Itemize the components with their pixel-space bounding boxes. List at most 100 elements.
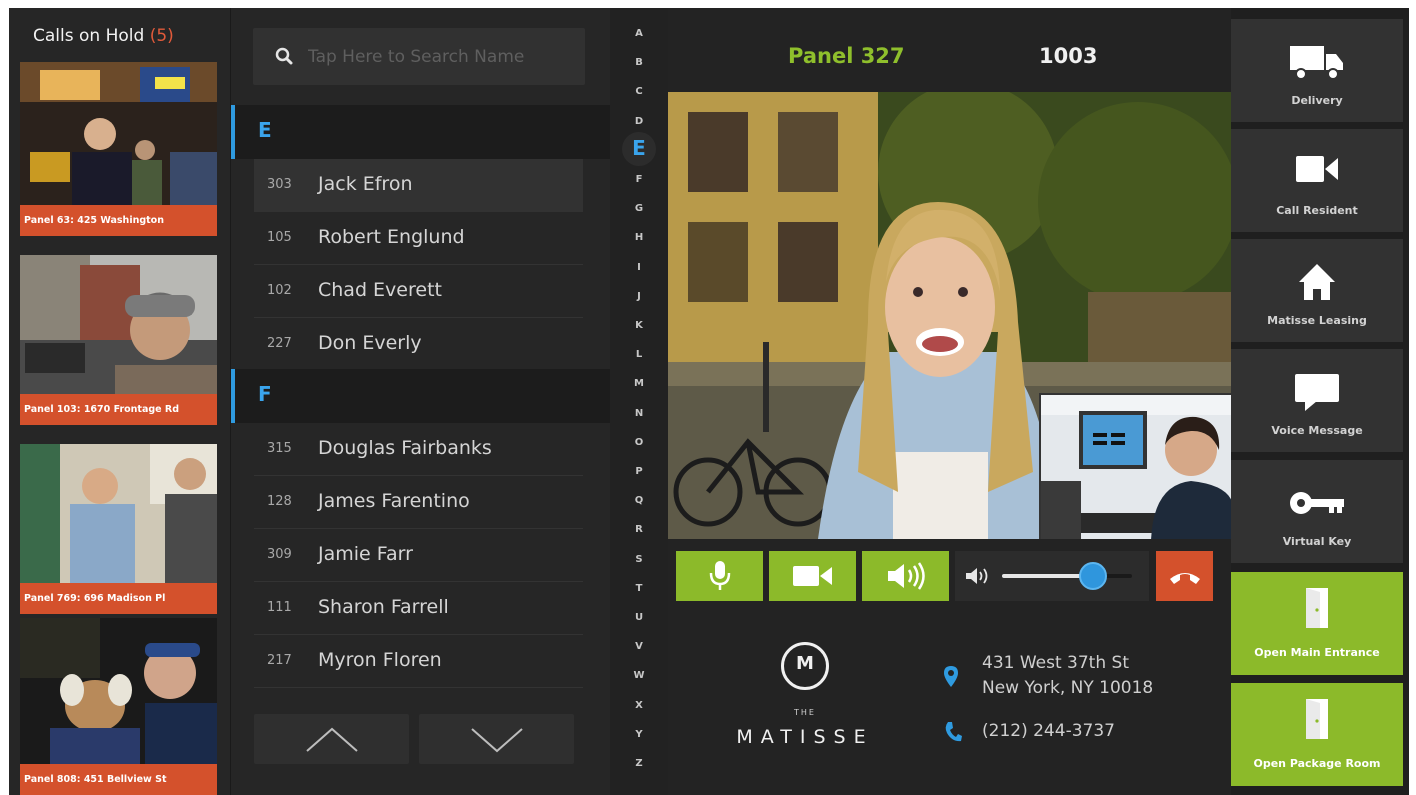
toggle-video-button[interactable] bbox=[769, 551, 856, 601]
alphabet-letter-c[interactable]: C bbox=[610, 86, 668, 97]
contact-row[interactable]: 128 James Farentino bbox=[254, 476, 583, 529]
logo-the: THE bbox=[794, 708, 816, 717]
search-box[interactable] bbox=[253, 28, 585, 85]
letter-header-marker bbox=[231, 369, 235, 423]
contact-row[interactable]: 315 Douglas Fairbanks bbox=[254, 423, 583, 476]
letter-header-f: F bbox=[231, 369, 610, 423]
letter-header-label: E bbox=[258, 118, 272, 142]
contact-unit: 105 bbox=[267, 230, 292, 245]
contact-unit: 217 bbox=[267, 653, 292, 668]
contact-row[interactable]: 105 Robert Englund bbox=[254, 212, 583, 265]
open-package-room-button[interactable]: Open Package Room bbox=[1231, 683, 1403, 786]
alphabet-letter-a[interactable]: A bbox=[610, 28, 668, 39]
volume-slider-track[interactable] bbox=[1002, 562, 1132, 590]
contact-name: James Farentino bbox=[318, 490, 470, 512]
call-resident-button[interactable]: Call Resident bbox=[1231, 129, 1403, 232]
search-input[interactable] bbox=[308, 28, 578, 85]
search-icon bbox=[275, 47, 293, 65]
alphabet-letter-m[interactable]: M bbox=[610, 378, 668, 389]
alphabet-letter-z[interactable]: Z bbox=[610, 758, 668, 769]
alphabet-letter-b[interactable]: B bbox=[610, 57, 668, 68]
open-main-entrance-button[interactable]: Open Main Entrance bbox=[1231, 572, 1403, 675]
active-panel-number: 1003 bbox=[1039, 44, 1098, 68]
alphabet-letter-o[interactable]: O bbox=[610, 437, 668, 448]
alphabet-letter-t[interactable]: T bbox=[610, 583, 668, 594]
contact-row[interactable]: 102 Chad Everett bbox=[254, 265, 583, 318]
alphabet-letter-k[interactable]: K bbox=[610, 320, 668, 331]
contact-name: Jamie Farr bbox=[318, 543, 413, 565]
hang-up-button[interactable] bbox=[1156, 551, 1213, 601]
alphabet-letter-q[interactable]: Q bbox=[610, 495, 668, 506]
matisse-leasing-button[interactable]: Matisse Leasing bbox=[1231, 239, 1403, 342]
alphabet-letter-f[interactable]: F bbox=[610, 174, 668, 185]
call-resident-label: Call Resident bbox=[1276, 204, 1358, 217]
contact-row[interactable]: 111 Sharon Farrell bbox=[254, 582, 583, 635]
key-icon bbox=[1290, 492, 1344, 514]
scroll-down-button[interactable] bbox=[419, 714, 574, 764]
held-call-card[interactable]: Panel 769: 696 Madison Pl bbox=[20, 444, 217, 614]
building-phone: (212) 244-3737 bbox=[982, 721, 1115, 741]
contact-unit: 128 bbox=[267, 494, 292, 509]
letter-header-e: E bbox=[231, 105, 610, 159]
voice-message-button[interactable]: Voice Message bbox=[1231, 349, 1403, 452]
calls-on-hold-count: (5) bbox=[149, 26, 174, 46]
microphone-icon bbox=[709, 561, 730, 590]
action-panel: Delivery Call Resident Matisse Leasing V… bbox=[1231, 8, 1409, 795]
volume-control bbox=[955, 551, 1149, 601]
contact-row[interactable]: 227 Don Everly bbox=[254, 318, 583, 371]
delivery-button[interactable]: Delivery bbox=[1231, 19, 1403, 122]
held-call-video bbox=[20, 444, 217, 583]
delivery-label: Delivery bbox=[1291, 94, 1343, 107]
contact-name: Sharon Farrell bbox=[318, 596, 449, 618]
contact-name: Myron Floren bbox=[318, 649, 442, 671]
alphabet-letter-s[interactable]: S bbox=[610, 554, 668, 565]
contact-name: Robert Englund bbox=[318, 226, 465, 248]
building-name: MATISSE bbox=[736, 726, 874, 748]
contact-row[interactable]: 303 Jack Efron bbox=[254, 159, 583, 212]
contact-row[interactable]: 217 Myron Floren bbox=[254, 635, 583, 688]
held-call-video bbox=[20, 255, 217, 394]
alphabet-letter-g[interactable]: G bbox=[610, 203, 668, 214]
intercom-app: Calls on Hold (5) Panel 63: 425 Washingt… bbox=[9, 8, 1409, 795]
alphabet-letter-y[interactable]: Y bbox=[610, 729, 668, 740]
chevron-down-icon bbox=[471, 728, 523, 753]
held-call-card[interactable]: Panel 103: 1670 Frontage Rd bbox=[20, 255, 217, 425]
alphabet-active-letter[interactable]: E bbox=[622, 136, 656, 160]
alphabet-letter-i[interactable]: I bbox=[610, 262, 668, 273]
alphabet-letter-l[interactable]: L bbox=[610, 349, 668, 360]
contact-name: Don Everly bbox=[318, 332, 422, 354]
active-panel-name: Panel 327 bbox=[788, 44, 905, 68]
scroll-up-button[interactable] bbox=[254, 714, 409, 764]
held-call-label: Panel 103: 1670 Frontage Rd bbox=[20, 394, 217, 425]
contact-unit: 303 bbox=[267, 177, 292, 192]
contact-unit: 315 bbox=[267, 441, 292, 456]
virtual-key-button[interactable]: Virtual Key bbox=[1231, 460, 1403, 563]
alphabet-letter-v[interactable]: V bbox=[610, 641, 668, 652]
speech-bubble-icon bbox=[1295, 374, 1339, 411]
alphabet-letter-n[interactable]: N bbox=[610, 408, 668, 419]
resident-directory: E 303 Jack Efron 105 Robert Englund 102 … bbox=[231, 8, 610, 795]
address-line-2: New York, NY 10018 bbox=[982, 678, 1154, 698]
volume-icon bbox=[966, 568, 988, 584]
alphabet-letter-r[interactable]: R bbox=[610, 524, 668, 535]
held-call-video bbox=[20, 618, 217, 764]
held-call-card[interactable]: Panel 808: 451 Bellview St bbox=[20, 618, 217, 795]
contact-name: Chad Everett bbox=[318, 279, 442, 301]
truck-icon bbox=[1290, 46, 1343, 80]
door-icon bbox=[1306, 699, 1328, 739]
mute-microphone-button[interactable] bbox=[676, 551, 763, 601]
voice-message-label: Voice Message bbox=[1271, 424, 1363, 437]
held-call-card[interactable]: Panel 63: 425 Washington bbox=[20, 62, 217, 236]
alphabet-letter-u[interactable]: U bbox=[610, 612, 668, 623]
alphabet-letter-x[interactable]: X bbox=[610, 700, 668, 711]
video-camera-icon bbox=[792, 566, 832, 586]
alphabet-letter-j[interactable]: J bbox=[610, 291, 668, 302]
alphabet-letter-w[interactable]: W bbox=[610, 670, 668, 681]
volume-slider-handle[interactable] bbox=[1079, 562, 1107, 590]
held-call-video bbox=[20, 62, 217, 205]
contact-row[interactable]: 309 Jamie Farr bbox=[254, 529, 583, 582]
alphabet-letter-p[interactable]: P bbox=[610, 466, 668, 477]
alphabet-letter-d[interactable]: D bbox=[610, 116, 668, 127]
alphabet-letter-h[interactable]: H bbox=[610, 232, 668, 243]
speaker-button[interactable] bbox=[862, 551, 949, 601]
